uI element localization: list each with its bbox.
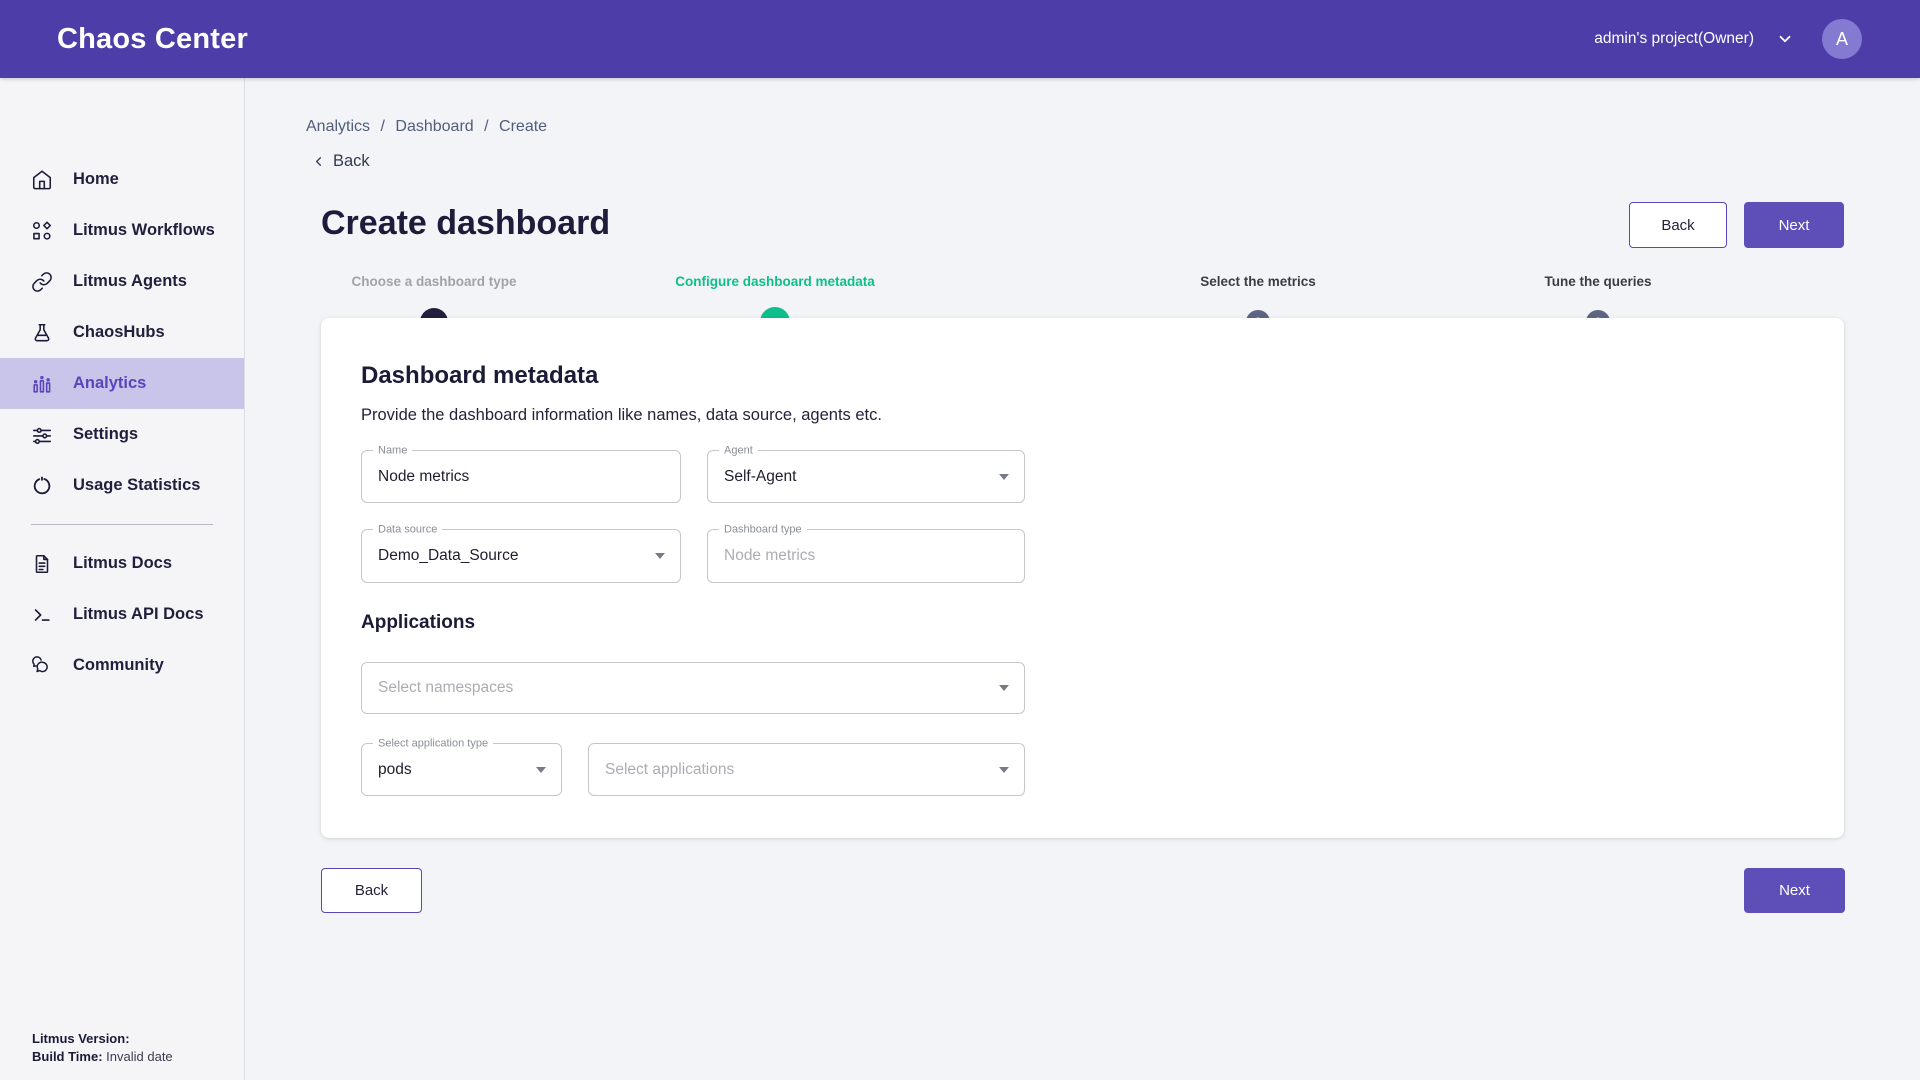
sidebar-item-label: ChaosHubs: [73, 323, 165, 342]
chaoshubs-icon: [31, 322, 53, 344]
docs-icon: [31, 553, 53, 575]
namespaces-select[interactable]: Select namespaces: [361, 662, 1025, 714]
sidebar-item-community[interactable]: Community: [0, 640, 244, 691]
data-source-select[interactable]: Data source Demo_Data_Source: [361, 529, 681, 583]
avatar[interactable]: A: [1822, 19, 1862, 59]
page-title: Create dashboard: [321, 204, 610, 243]
application-type-select[interactable]: Select application type pods: [361, 743, 562, 796]
dashboard-type-placeholder: Node metrics: [724, 530, 815, 582]
chevron-left-icon: [311, 154, 326, 169]
sidebar-item-litmus-api-docs[interactable]: Litmus API Docs: [0, 589, 244, 640]
sidebar: Home Litmus Workflows Litmus Agents Chao…: [0, 78, 245, 1080]
dropdown-arrow-icon: [655, 553, 665, 559]
sidebar-item-label: Analytics: [73, 374, 146, 393]
dashboard-metadata-card: Dashboard metadata Provide the dashboard…: [321, 318, 1844, 838]
sidebar-item-litmus-agents[interactable]: Litmus Agents: [0, 256, 244, 307]
applications-select[interactable]: Select applications: [588, 743, 1025, 796]
sidebar-divider: [31, 524, 213, 525]
step-label: Configure dashboard metadata: [675, 274, 875, 289]
sidebar-item-label: Litmus Docs: [73, 554, 172, 573]
usage-statistics-icon: [31, 475, 53, 497]
breadcrumb-separator: /: [484, 118, 488, 135]
breadcrumb-analytics[interactable]: Analytics: [306, 118, 370, 135]
sidebar-item-analytics[interactable]: Analytics: [0, 358, 244, 409]
dropdown-arrow-icon: [536, 767, 546, 773]
step-label: Tune the queries: [1544, 274, 1651, 289]
back-link-label: Back: [333, 152, 370, 171]
sidebar-item-settings[interactable]: Settings: [0, 409, 244, 460]
section-title: Dashboard metadata: [361, 362, 598, 390]
version-info: Litmus Version: Build Time: Invalid date: [32, 1030, 173, 1066]
namespaces-placeholder: Select namespaces: [378, 663, 513, 713]
sidebar-item-litmus-workflows[interactable]: Litmus Workflows: [0, 205, 244, 256]
data-source-value: Demo_Data_Source: [378, 530, 518, 582]
name-field[interactable]: Name Node metrics: [361, 450, 681, 503]
applications-section-title: Applications: [361, 612, 475, 634]
sidebar-item-label: Home: [73, 170, 119, 189]
breadcrumb-separator: /: [380, 118, 384, 135]
top-bar: Chaos Center admin's project(Owner) A: [0, 0, 1920, 78]
workflows-icon: [31, 220, 53, 242]
applications-placeholder: Select applications: [605, 744, 734, 795]
api-docs-icon: [31, 604, 53, 626]
chevron-down-icon[interactable]: [1776, 30, 1794, 48]
sidebar-item-label: Litmus Agents: [73, 272, 187, 291]
project-selector-label[interactable]: admin's project(Owner): [1594, 30, 1754, 48]
build-time-label: Build Time:: [32, 1049, 103, 1064]
sidebar-item-litmus-docs[interactable]: Litmus Docs: [0, 538, 244, 589]
analytics-icon: [31, 373, 53, 395]
build-time-value: Invalid date: [106, 1049, 173, 1064]
litmus-version-label: Litmus Version:: [32, 1031, 130, 1046]
sidebar-item-chaoshubs[interactable]: ChaosHubs: [0, 307, 244, 358]
step-label: Select the metrics: [1200, 274, 1316, 289]
sidebar-item-usage-statistics[interactable]: Usage Statistics: [0, 460, 244, 511]
application-type-value: pods: [378, 744, 412, 795]
sidebar-item-home[interactable]: Home: [0, 154, 244, 205]
next-button-bottom[interactable]: Next: [1744, 868, 1845, 913]
agents-icon: [31, 271, 53, 293]
agent-select[interactable]: Agent Self-Agent: [707, 450, 1025, 503]
home-icon: [31, 169, 53, 191]
dropdown-arrow-icon: [999, 767, 1009, 773]
back-button-top[interactable]: Back: [1629, 202, 1727, 248]
community-icon: [31, 655, 53, 677]
next-button-top[interactable]: Next: [1744, 202, 1844, 248]
breadcrumb-create[interactable]: Create: [499, 118, 547, 135]
section-description: Provide the dashboard information like n…: [361, 406, 882, 425]
breadcrumb-dashboard[interactable]: Dashboard: [395, 118, 473, 135]
main-content: Analytics / Dashboard / Create Back Crea…: [245, 78, 1920, 1080]
sidebar-item-label: Usage Statistics: [73, 476, 200, 495]
dashboard-type-field[interactable]: Dashboard type Node metrics: [707, 529, 1025, 583]
sidebar-item-label: Settings: [73, 425, 138, 444]
sidebar-item-label: Community: [73, 656, 164, 675]
app-title: Chaos Center: [57, 23, 248, 56]
agent-select-value: Self-Agent: [724, 451, 796, 502]
step-label: Choose a dashboard type: [351, 274, 516, 289]
back-button-bottom[interactable]: Back: [321, 868, 422, 913]
sidebar-item-label: Litmus API Docs: [73, 605, 204, 624]
name-field-value: Node metrics: [378, 451, 469, 502]
back-link[interactable]: Back: [311, 152, 370, 171]
dropdown-arrow-icon: [999, 474, 1009, 480]
breadcrumb: Analytics / Dashboard / Create: [306, 118, 553, 136]
sidebar-item-label: Litmus Workflows: [73, 221, 215, 240]
settings-icon: [31, 424, 53, 446]
dropdown-arrow-icon: [999, 685, 1009, 691]
